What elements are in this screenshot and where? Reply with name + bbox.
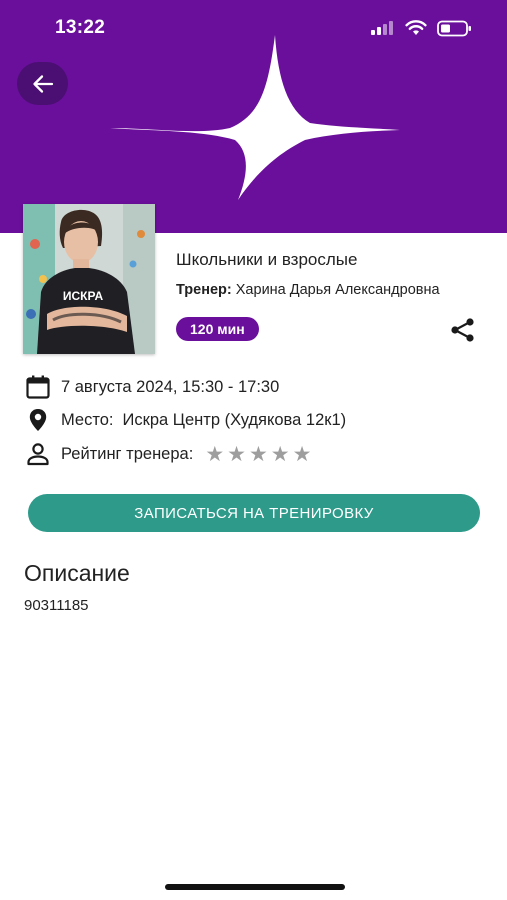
star-icon: ★: [227, 442, 246, 466]
duration-badge: 120 мин: [176, 317, 259, 341]
date-row: 7 августа 2024, 15:30 - 17:30: [25, 374, 279, 400]
home-indicator[interactable]: [165, 884, 345, 890]
trainer-line: Тренер: Харина Дарья Александровна: [176, 282, 488, 298]
person-icon: [25, 441, 51, 467]
description-title: Описание: [24, 560, 130, 586]
description-text: 90311185: [24, 597, 89, 614]
share-button[interactable]: [449, 316, 477, 344]
rating-row: Рейтинг тренера: ★ ★ ★ ★ ★: [25, 441, 314, 467]
place-label: Место:: [61, 410, 114, 429]
star-icon: ★: [205, 442, 225, 466]
status-time: 13:22: [55, 17, 106, 38]
trainer-name: Харина Дарья Александровна: [235, 282, 440, 298]
rating-stars: ★ ★ ★ ★ ★: [205, 444, 314, 465]
star-icon: ★: [248, 442, 268, 466]
share-icon: [451, 318, 474, 342]
signup-training-button[interactable]: ЗАПИСАТЬСЯ НА ТРЕНИРОВКУ: [28, 494, 480, 532]
date-text: 7 августа 2024, 15:30 - 17:30: [61, 377, 280, 396]
arrow-left-icon: [32, 74, 53, 93]
battery-icon: [437, 20, 471, 37]
training-title: Школьники и взрослые: [176, 250, 358, 269]
place-row: Место: Искра Центр (Худякова 12к1): [25, 407, 346, 433]
rating-label: Рейтинг тренера:: [61, 444, 194, 463]
brand-star-logo: [110, 35, 400, 200]
wifi-icon: [405, 20, 427, 35]
back-button[interactable]: [17, 62, 68, 105]
signal-icon: [371, 21, 397, 35]
location-pin-icon: [25, 407, 51, 433]
star-icon: ★: [270, 442, 290, 466]
header-banner: 13:22: [0, 0, 507, 233]
star-icon: ★: [292, 442, 312, 466]
shirt-brand-text: ИСКРА: [63, 289, 104, 303]
calendar-icon: [25, 374, 51, 400]
trainer-photo: ИСКРА: [23, 204, 155, 354]
place-value: Искра Центр (Худякова 12к1): [122, 410, 347, 429]
trainer-label: Тренер:: [176, 282, 232, 298]
